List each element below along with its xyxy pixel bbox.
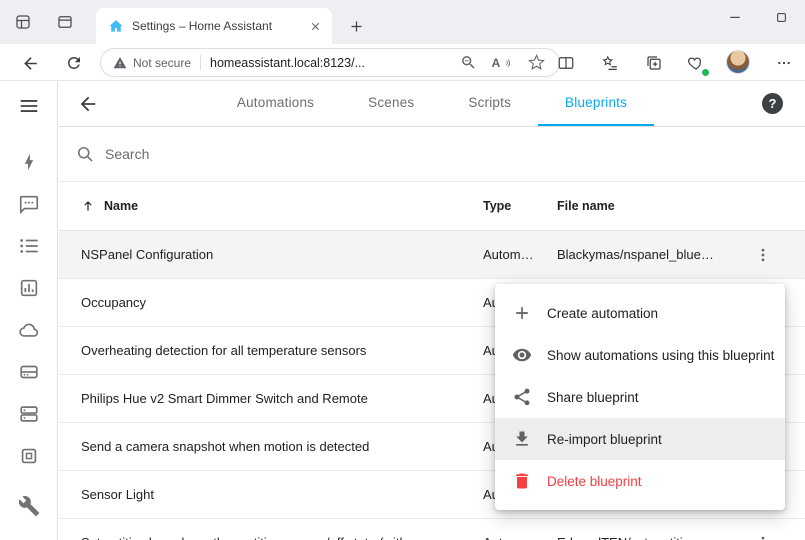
browser-menu-icon[interactable] — [772, 51, 796, 75]
server-rack-icon[interactable] — [18, 403, 40, 425]
window-controls — [712, 0, 805, 34]
menu-item-delete-blueprint[interactable]: Delete blueprint — [495, 460, 785, 502]
browser-titlebar: Settings – Home Assistant — [0, 0, 805, 44]
column-header-file[interactable]: File name — [557, 199, 721, 213]
table-row[interactable]: NSPanel Configuration Autom… Blackymas/n… — [59, 231, 805, 279]
workspaces-icon[interactable] — [12, 11, 34, 33]
help-icon[interactable]: ? — [762, 93, 783, 114]
column-header-name[interactable]: Name — [59, 199, 483, 213]
menu-item-create-automation[interactable]: Create automation — [495, 292, 785, 334]
row-file: Blackymas/nspanel_blueprin… — [557, 247, 721, 262]
nas-server-icon[interactable] — [18, 361, 40, 383]
row-name: Set entities based on other entities new… — [81, 535, 483, 540]
tab-scenes[interactable]: Scenes — [341, 81, 441, 126]
energy-icon[interactable] — [18, 151, 40, 173]
browser-window: Settings – Home Assistant — [0, 0, 805, 540]
row-name: Send a camera snapshot when motion is de… — [81, 439, 369, 454]
tab-close-icon[interactable] — [306, 17, 324, 35]
menu-item-show-automations[interactable]: Show automations using this blueprint — [495, 334, 785, 376]
favorites-hub-icon[interactable] — [598, 51, 622, 75]
home-assistant-favicon — [108, 18, 124, 34]
profile-avatar[interactable] — [726, 50, 750, 74]
share-icon — [512, 387, 532, 407]
assist-chat-icon[interactable] — [18, 193, 40, 215]
history-chart-icon[interactable] — [18, 277, 40, 299]
browser-tab[interactable]: Settings – Home Assistant — [96, 8, 332, 44]
ha-appbar: Automations Scenes Scripts Blueprints ? — [59, 81, 805, 127]
tools-wrench-icon[interactable] — [18, 495, 40, 517]
nav-tabs: Automations Scenes Scripts Blueprints — [59, 81, 805, 126]
trash-icon — [512, 471, 532, 491]
not-secure-warning-icon — [113, 56, 127, 70]
blueprint-context-menu: Create automation Show automations using… — [495, 284, 785, 510]
security-label[interactable]: Not secure — [133, 56, 191, 70]
search-icon — [75, 144, 95, 164]
url-text[interactable]: homeassistant.local:8123/... — [210, 56, 445, 70]
menu-item-share-blueprint[interactable]: Share blueprint — [495, 376, 785, 418]
table-header: Name Type File name — [59, 182, 805, 231]
back-icon[interactable] — [18, 51, 42, 75]
row-name: Sensor Light — [81, 487, 154, 502]
new-tab-icon[interactable] — [344, 14, 368, 38]
column-header-type[interactable]: Type — [483, 199, 557, 213]
menu-hamburger-icon[interactable] — [18, 95, 40, 117]
row-name: Philips Hue v2 Smart Dimmer Switch and R… — [81, 391, 368, 406]
row-overflow-menu-icon[interactable] — [748, 528, 778, 540]
tab-automations[interactable]: Automations — [210, 81, 341, 126]
row-type: Autom… — [483, 535, 557, 540]
zoom-icon[interactable] — [457, 52, 479, 74]
tab-title: Settings – Home Assistant — [132, 19, 298, 33]
eye-icon — [512, 345, 532, 365]
refresh-icon[interactable] — [62, 51, 86, 75]
row-name: Overheating detection for all temperatur… — [81, 343, 366, 358]
plus-icon — [512, 303, 532, 323]
row-name: Occupancy — [81, 295, 146, 310]
tab-scripts[interactable]: Scripts — [441, 81, 538, 126]
read-aloud-icon[interactable]: A — [491, 52, 513, 74]
tab-actions-icon[interactable] — [54, 11, 76, 33]
search-input[interactable] — [105, 146, 805, 162]
ha-sidebar — [0, 81, 58, 540]
menu-item-reimport-blueprint[interactable]: Re-import blueprint — [495, 418, 785, 460]
maximize-icon[interactable] — [758, 0, 804, 34]
status-badge — [701, 68, 710, 77]
address-divider — [200, 55, 201, 70]
sort-ascending-icon — [81, 199, 95, 213]
logbook-list-icon[interactable] — [18, 235, 40, 257]
split-screen-icon[interactable] — [554, 51, 578, 75]
address-bar[interactable]: Not secure homeassistant.local:8123/... … — [100, 48, 560, 77]
table-row[interactable]: Set entities based on other entities new… — [59, 519, 805, 540]
row-name: NSPanel Configuration — [81, 247, 213, 262]
row-file: EdwardTEN/set_entities_bas… — [557, 535, 721, 540]
tab-blueprints[interactable]: Blueprints — [538, 81, 654, 126]
favorite-star-icon[interactable] — [525, 52, 547, 74]
browser-toolbar: Not secure homeassistant.local:8123/... … — [0, 44, 805, 81]
row-type: Autom… — [483, 247, 557, 262]
cloud-icon[interactable] — [18, 319, 40, 341]
row-overflow-menu-icon[interactable] — [748, 240, 778, 270]
browser-essentials-icon[interactable] — [684, 51, 708, 75]
minimize-icon[interactable] — [712, 0, 758, 34]
collections-icon[interactable] — [642, 51, 666, 75]
search-row — [59, 127, 805, 182]
download-icon — [512, 429, 532, 449]
storage-chip-icon[interactable] — [18, 445, 40, 467]
